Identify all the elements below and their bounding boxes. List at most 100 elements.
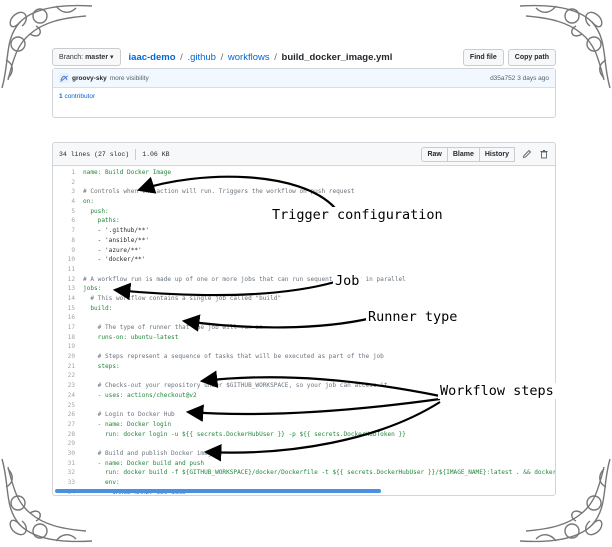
line-text: # Steps represent a sequence of tasks th…	[83, 353, 384, 361]
breadcrumb: iaac-demo / .github / workflows / build_…	[129, 52, 393, 63]
line-number[interactable]: 2	[53, 178, 83, 188]
commit-meta: d35a752 3 days ago	[490, 75, 549, 82]
code-line: 22	[53, 371, 555, 381]
raw-button[interactable]: Raw	[421, 146, 448, 162]
code-line: 17 # The type of runner that the job wil…	[53, 323, 555, 333]
line-text: name: Build Docker Image	[83, 169, 172, 176]
file-size: 1.06 KB	[142, 150, 170, 158]
code-line: 3 # Controls when the action will run. Tr…	[53, 187, 555, 197]
line-number[interactable]: 1	[53, 168, 83, 178]
user-avatar-icon[interactable]	[59, 73, 69, 83]
file-actions: Raw Blame History	[421, 146, 549, 162]
breadcrumb-workflows[interactable]: workflows	[228, 52, 270, 63]
code-line: 1 name: Build Docker Image	[53, 168, 555, 178]
line-text: - '.github/**'	[83, 227, 150, 235]
line-number[interactable]: 22	[53, 371, 83, 381]
code-line: 14 # This workflow contains a single job…	[53, 294, 555, 304]
horizontal-scrollbar[interactable]	[55, 489, 381, 493]
blame-button[interactable]: Blame	[447, 146, 480, 162]
breadcrumb-separator: /	[180, 51, 183, 63]
line-number[interactable]: 21	[53, 362, 83, 372]
line-number[interactable]: 5	[53, 207, 83, 217]
line-number[interactable]: 3	[53, 187, 83, 197]
code-line: 20 # Steps represent a sequence of tasks…	[53, 352, 555, 362]
line-number[interactable]: 23	[53, 381, 83, 391]
line-number[interactable]: 31	[53, 459, 83, 469]
line-number[interactable]: 30	[53, 449, 83, 459]
line-number[interactable]: 11	[53, 265, 83, 275]
line-text: - 'azure/**'	[83, 246, 142, 254]
code-line: 7 - '.github/**'	[53, 226, 555, 236]
commit-message[interactable]: more visibility	[110, 75, 149, 82]
line-number[interactable]: 7	[53, 226, 83, 236]
line-text: run: docker login -u ${{ secrets.DockerH…	[83, 430, 406, 438]
code-line: 9 - 'azure/**'	[53, 246, 555, 256]
line-number[interactable]: 27	[53, 420, 83, 430]
line-number[interactable]: 25	[53, 401, 83, 411]
copy-path-button[interactable]: Copy path	[507, 48, 556, 66]
line-number[interactable]: 19	[53, 342, 83, 352]
code-line: 28 run: docker login -u ${{ secrets.Dock…	[53, 430, 555, 440]
code-line: 10 - 'docker/**'	[53, 255, 555, 265]
code-line: 8 - 'ansible/**'	[53, 236, 555, 246]
line-number[interactable]: 15	[53, 304, 83, 314]
contributors-row[interactable]: 1 contributor	[53, 88, 555, 104]
line-number[interactable]: 29	[53, 439, 83, 449]
line-number[interactable]: 12	[53, 275, 83, 285]
code-line: 25	[53, 401, 555, 411]
line-number[interactable]: 28	[53, 430, 83, 440]
line-number[interactable]: 17	[53, 323, 83, 333]
code-line: 11	[53, 265, 555, 275]
line-number[interactable]: 6	[53, 216, 83, 226]
contributor-label: contributor	[64, 92, 96, 100]
code-line: 21 steps:	[53, 362, 555, 372]
line-text: on:	[83, 198, 95, 206]
file-line-count: 34 lines (27 sloc)	[59, 150, 130, 158]
line-number[interactable]: 13	[53, 284, 83, 294]
line-text: # The type of runner that the job will r…	[83, 324, 263, 331]
line-number[interactable]: 20	[53, 352, 83, 362]
line-number[interactable]: 26	[53, 410, 83, 420]
line-text: env:	[83, 479, 120, 486]
line-text: push:	[83, 207, 109, 215]
file-content-box: 34 lines (27 sloc) 1.06 KB Raw Blame His…	[52, 142, 556, 496]
line-number[interactable]: 16	[53, 313, 83, 323]
breadcrumb-separator: /	[274, 51, 277, 63]
line-number[interactable]: 33	[53, 478, 83, 488]
line-number[interactable]: 8	[53, 236, 83, 246]
line-number[interactable]: 10	[53, 255, 83, 265]
code-line: 2	[53, 178, 555, 188]
annotation-job: Job	[333, 273, 362, 289]
branch-prefix: Branch:	[59, 54, 84, 61]
branch-selector[interactable]: Branch: master ▾	[52, 48, 121, 66]
code-line: 12 # A workflow run is made up of one or …	[53, 275, 555, 285]
line-number[interactable]: 14	[53, 294, 83, 304]
line-number[interactable]: 4	[53, 197, 83, 207]
commit-sha[interactable]: d35a752	[490, 75, 515, 82]
line-text: - name: Docker build and push	[83, 459, 205, 467]
history-button[interactable]: History	[479, 146, 515, 162]
line-text: paths:	[83, 217, 120, 225]
trash-icon[interactable]	[539, 149, 549, 159]
line-number[interactable]: 18	[53, 333, 83, 343]
code-line: 19	[53, 342, 555, 352]
line-text: build:	[83, 304, 113, 312]
code-line: 32 run: docker build -f ${GITHUB_WORKSPA…	[53, 468, 555, 478]
line-number[interactable]: 9	[53, 246, 83, 256]
code-line: 4 on:	[53, 197, 555, 207]
line-number[interactable]: 24	[53, 391, 83, 401]
code-line: 18 runs-on: ubuntu-latest	[53, 333, 555, 343]
breadcrumb-github[interactable]: .github	[187, 52, 216, 63]
breadcrumb-repo[interactable]: iaac-demo	[129, 52, 176, 63]
code-line: 15 build:	[53, 304, 555, 314]
line-number[interactable]: 32	[53, 468, 83, 478]
line-text: # Login to Docker Hub	[83, 411, 175, 419]
annotation-trigger: Trigger configuration	[270, 207, 445, 223]
commit-author[interactable]: groovy-sky	[72, 75, 107, 82]
line-text: runs-on: ubuntu-latest	[83, 333, 179, 341]
line-text: # Controls when the action will run. Tri…	[83, 188, 355, 196]
find-file-button[interactable]: Find file	[462, 48, 504, 66]
code-line: 31 - name: Docker build and push	[53, 459, 555, 469]
pencil-icon[interactable]	[522, 149, 532, 159]
line-text: jobs:	[83, 285, 102, 293]
